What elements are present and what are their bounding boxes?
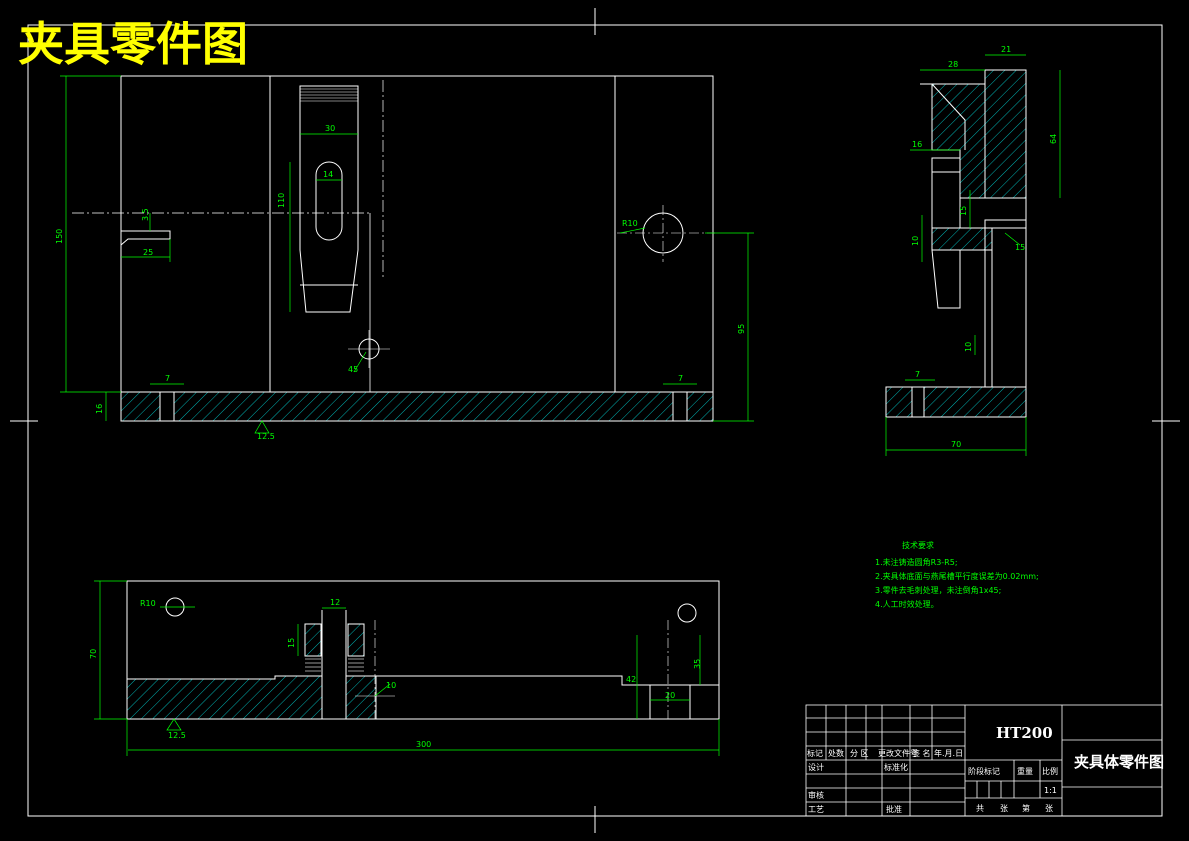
dim-angle: 45 (348, 365, 358, 374)
dim-top-angle: 10 (386, 681, 396, 690)
tech-item-2: 2.夹具体底面与燕尾槽平行度误差为0.02mm; (875, 571, 1039, 581)
dim-side-lower: 10 (964, 342, 973, 352)
dim-side-mid: 15 (959, 206, 968, 216)
part-name-label: 夹具体零件图 (1074, 753, 1164, 771)
dim-slot-width: 30 (325, 124, 335, 133)
drawing-svg: 夹具零件图 30 14 110 150 3.5 25 R10 95 16 7 7… (10, 8, 1180, 833)
dim-side-top-right: 21 (1001, 45, 1011, 54)
dim-counterbore-right: 7 (678, 374, 683, 383)
footer-sheet1: 张 (1000, 804, 1008, 813)
dim-side-top-width: 28 (948, 60, 958, 69)
dim-notch-depth: 3.5 (141, 208, 150, 221)
dim-side-step: 16 (912, 140, 922, 149)
tech-requirements: 技术要求 1.未注铸造圆角R3-R5; 2.夹具体底面与燕尾槽平行度误差为0.0… (875, 540, 1039, 609)
title-block-text: HT200 夹具体零件图 标记 处数 分 区 更改文件号 签 名 年.月.日 设… (807, 724, 1164, 814)
top-dim-text: R10 70 12 15 35 20 42 10 300 12.5 (89, 598, 702, 749)
dim-side-mid2: 10 (911, 236, 920, 246)
col-sign: 签 名 (912, 748, 931, 758)
row-standard: 标准化 (884, 762, 908, 772)
footer-total: 共 (976, 804, 984, 813)
dim-counterbore-left: 7 (165, 374, 170, 383)
dim-side-angle: 15 (1015, 243, 1025, 252)
dim-side-counterbore: 7 (915, 370, 920, 379)
roughness-top: 12.5 (168, 731, 186, 740)
side-view (885, 69, 1027, 418)
tech-heading: 技术要求 (902, 540, 934, 550)
dim-hole-radius: R10 (622, 219, 638, 228)
drawing-canvas: 夹具零件图 30 14 110 150 3.5 25 R10 95 16 7 7… (0, 0, 1189, 841)
big-title: 夹具零件图 (18, 17, 248, 71)
dim-top-post-height: 15 (287, 638, 296, 648)
dim-top-right-step: 42 (626, 675, 636, 684)
dim-top-hole: R10 (140, 599, 156, 608)
stage-mark: 阶段标记 (968, 766, 1000, 776)
col-date: 年.月.日 (934, 748, 963, 758)
dim-slot-inner: 14 (323, 170, 333, 179)
col-zone: 分 区 (850, 749, 869, 758)
dim-top-right-w: 20 (665, 691, 675, 700)
top-view (126, 580, 720, 720)
tech-item-4: 4.人工时效处理。 (875, 599, 939, 609)
col-mark: 标记 (807, 748, 823, 758)
front-view (72, 75, 715, 422)
dim-side-base-width: 70 (951, 440, 961, 449)
dim-side-top-height: 64 (1049, 134, 1058, 144)
dim-top-right-h: 35 (693, 659, 702, 669)
row-process: 工艺 (808, 805, 824, 814)
dim-base-thickness: 16 (95, 404, 104, 414)
footer-no: 第 (1022, 803, 1030, 813)
col-count: 处数 (828, 748, 844, 758)
dim-slot-height: 110 (277, 193, 286, 208)
dim-overall-height: 150 (55, 229, 64, 244)
row-design: 设计 (808, 762, 824, 772)
dim-notch-width: 25 (143, 248, 153, 257)
scale-value: 1:1 (1044, 786, 1057, 795)
footer-sheet2: 张 (1045, 804, 1053, 813)
dim-top-post-width: 12 (330, 598, 340, 607)
roughness-front: 12.5 (257, 432, 275, 441)
tech-item-1: 1.未注铸造圆角R3-R5; (875, 557, 958, 567)
tech-item-3: 3.零件去毛刺处理，未注倒角1x45; (875, 585, 1001, 595)
dim-right-height: 95 (737, 324, 746, 334)
row-review: 审核 (808, 790, 824, 800)
stage-weight: 重量 (1017, 766, 1033, 776)
stage-scale: 比例 (1042, 766, 1058, 776)
row-approve: 批准 (886, 804, 902, 814)
material-label: HT200 (996, 724, 1053, 742)
dim-top-length: 300 (416, 740, 431, 749)
top-dims (94, 580, 720, 756)
dim-top-height: 70 (89, 649, 98, 659)
